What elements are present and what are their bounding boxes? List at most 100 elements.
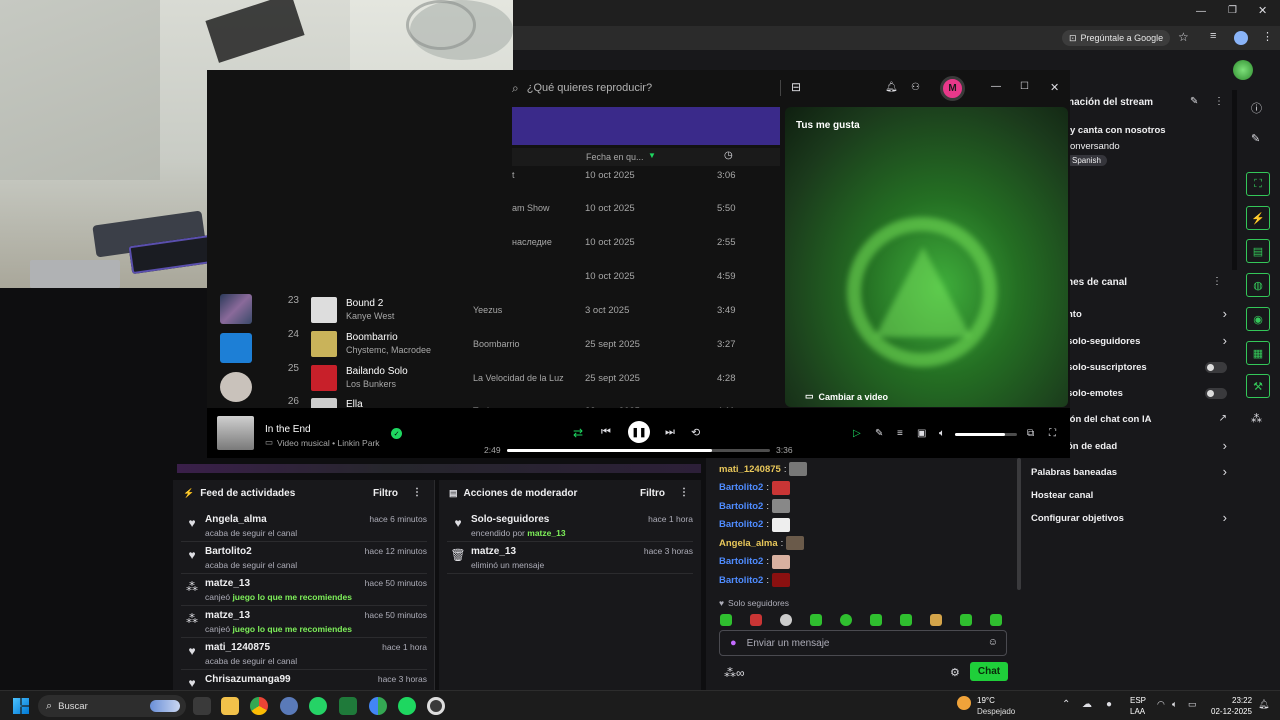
settings-item[interactable]: nto › xyxy=(1067,306,1227,322)
wrench-icon[interactable]: ⚒ xyxy=(1246,374,1270,398)
clip-icon[interactable]: ⛶ xyxy=(1246,172,1270,196)
chat-username[interactable]: Bartolito2 xyxy=(719,575,763,586)
chat-username[interactable]: Bartolito2 xyxy=(719,556,763,567)
toggle-switch[interactable] xyxy=(1205,388,1227,399)
track-row[interactable]: t 10 oct 2025 3:06 xyxy=(207,160,780,193)
chat-scrollbar[interactable] xyxy=(1017,458,1021,590)
progress-bar[interactable] xyxy=(507,449,770,452)
emote[interactable] xyxy=(930,614,942,626)
feed-item-name[interactable]: Bartolito2 xyxy=(205,546,252,557)
feed-item[interactable]: 🗑︎ matze_13 eliminó un mensaje hace 3 horas xyxy=(447,542,693,574)
track-artist[interactable]: Kanye West xyxy=(346,311,394,321)
track-album[interactable]: am Show xyxy=(512,203,550,213)
chat-message[interactable]: Angela_alma: xyxy=(719,536,805,550)
track-album[interactable]: t xyxy=(512,170,515,180)
microphone-icon[interactable]: ● xyxy=(730,637,737,649)
channel-points-icon[interactable]: ⁂∞ xyxy=(724,666,745,680)
settings-item[interactable]: solo-suscriptores xyxy=(1067,361,1227,375)
edit-icon[interactable]: ✎ xyxy=(1190,96,1198,107)
track-row[interactable]: 24 Boombarrio Chystemc, Macrodee Boombarrio… xyxy=(207,329,780,362)
chat-message[interactable]: Bartolito2: xyxy=(719,480,790,495)
fullscreen-icon[interactable]: ⛶ xyxy=(1049,428,1056,439)
settings-item[interactable]: ión del chat con IA ↗ xyxy=(1067,413,1227,427)
track-title[interactable]: In the End xyxy=(265,424,311,435)
chat-message[interactable]: Bartolito2: xyxy=(719,499,790,513)
feed-item[interactable]: ♥ mati_1240875 acaba de seguir el canal hac… xyxy=(181,638,427,670)
feed-item[interactable]: ♥ Angela_alma acaba de seguir el canal hace… xyxy=(181,510,427,542)
track-album[interactable]: La Velocidad de la Luz xyxy=(473,373,564,383)
chat-username[interactable]: Bartolito2 xyxy=(719,519,763,530)
friends-activity-icon[interactable]: ⚇ xyxy=(911,82,920,93)
pencil-icon[interactable]: ✎ xyxy=(1251,132,1260,145)
volume-icon[interactable]: 🔈︎ xyxy=(939,428,945,439)
settings-item[interactable]: solo-emotes xyxy=(1067,387,1227,401)
miniplayer-icon[interactable]: ⧉ xyxy=(1027,428,1034,439)
feed-item[interactable]: ♥ Bartolito2 acaba de seguir el canal hace … xyxy=(181,542,427,574)
share-icon[interactable]: ⁂ xyxy=(1251,412,1262,425)
repeat-icon[interactable]: ⟲ xyxy=(691,426,700,439)
windows-start-icon[interactable] xyxy=(13,698,29,714)
lightning-icon[interactable]: ⚡ xyxy=(1246,206,1270,230)
track-album[interactable]: Boombarrio xyxy=(473,339,520,349)
track-artist[interactable]: Chystemc, Macrodee xyxy=(346,345,431,355)
next-icon[interactable]: ⏭ xyxy=(665,426,675,439)
cloud-icon[interactable]: ☁ xyxy=(1082,699,1092,710)
emoji-icon[interactable]: ☺ xyxy=(988,637,998,648)
feed-item[interactable]: ⁂ matze_13 canjeó juego lo que me recomien… xyxy=(181,606,427,638)
chat-bubble-icon[interactable]: ◍ xyxy=(1246,273,1270,297)
settings-item[interactable]: Hostear canal xyxy=(1031,489,1227,503)
chat-message[interactable]: Bartolito2: xyxy=(719,554,790,569)
layout-icon[interactable]: ▦ xyxy=(1246,341,1270,365)
more-icon[interactable]: ⋮ xyxy=(412,487,422,498)
input-language[interactable]: ESP xyxy=(1130,696,1146,705)
connect-device-icon[interactable]: ▣ xyxy=(917,428,926,439)
wifi-icon[interactable]: ◠ xyxy=(1157,699,1165,710)
feed-item-name[interactable]: matze_13 xyxy=(205,578,250,589)
feed-item-name[interactable]: Solo-seguidores xyxy=(471,514,549,525)
notifications-bell-icon[interactable]: 🔔︎ xyxy=(885,82,898,93)
saved-check-icon[interactable]: ✓ xyxy=(391,428,402,439)
track-row[interactable]: наследие 10 oct 2025 2:55 xyxy=(207,227,780,260)
whatsapp-icon[interactable] xyxy=(309,697,327,715)
spotify-icon[interactable] xyxy=(398,697,416,715)
emote[interactable] xyxy=(810,614,822,626)
emote[interactable] xyxy=(720,614,732,626)
profile-avatar[interactable] xyxy=(1234,31,1248,45)
window-maximize-icon[interactable]: ☐ xyxy=(1020,81,1029,92)
feed-item-name[interactable]: mati_1240875 xyxy=(205,642,270,653)
chat-message[interactable]: mati_1240875: xyxy=(719,462,808,476)
emote[interactable] xyxy=(780,614,792,626)
more-icon[interactable]: ⋮ xyxy=(1212,276,1222,287)
switch-to-video-button[interactable]: ▭ Cambiar a video xyxy=(805,391,888,402)
spotify-search-bar[interactable]: ⌕ ¿Qué quieres reproducir? xyxy=(512,76,782,100)
close-icon[interactable]: ✕ xyxy=(1258,4,1267,17)
chrome-icon[interactable] xyxy=(250,697,268,715)
menu-icon[interactable]: ⋮ xyxy=(1262,30,1273,43)
queue-icon[interactable]: ≡ xyxy=(897,428,903,439)
speaker-icon[interactable]: 🔈︎ xyxy=(1172,699,1177,710)
previous-icon[interactable]: ⏮ xyxy=(601,426,611,439)
window-close-icon[interactable]: ✕ xyxy=(1050,81,1059,94)
emote[interactable] xyxy=(840,614,852,626)
feed-item-name[interactable]: matze_13 xyxy=(471,546,516,557)
settings-item[interactable]: ón de edad › xyxy=(1067,438,1227,454)
more-icon[interactable]: ⋮ xyxy=(1214,96,1224,107)
chat-username[interactable]: mati_1240875 xyxy=(719,464,781,475)
now-playing-view-icon[interactable]: ▷ xyxy=(853,428,861,439)
emote[interactable] xyxy=(990,614,1002,626)
track-row[interactable]: am Show 10 oct 2025 5:50 xyxy=(207,193,780,226)
volume-slider[interactable] xyxy=(955,433,1017,436)
now-playing-cover[interactable] xyxy=(217,416,254,450)
language-tag[interactable]: Spanish xyxy=(1066,155,1107,166)
clock-time[interactable]: 23:22 xyxy=(1232,696,1252,705)
chat-username[interactable]: Angela_alma xyxy=(719,538,778,549)
track-album[interactable]: Yeezus xyxy=(473,305,502,315)
window-minimize-icon[interactable]: — xyxy=(991,81,1001,92)
feed-item-name[interactable]: Chrisazumanga99 xyxy=(205,674,291,685)
settings-gear-icon[interactable]: ⚙ xyxy=(950,666,960,679)
browse-icon[interactable]: ⊟ xyxy=(791,80,801,94)
chat-send-button[interactable]: Chat xyxy=(970,662,1008,681)
restore-icon[interactable]: ❐ xyxy=(1228,5,1237,16)
track-row[interactable]: 23 Bound 2 Kanye West Yeezus 3 oct 2025 3:49 xyxy=(207,295,780,328)
bookmark-star-icon[interactable]: ☆ xyxy=(1178,30,1189,44)
